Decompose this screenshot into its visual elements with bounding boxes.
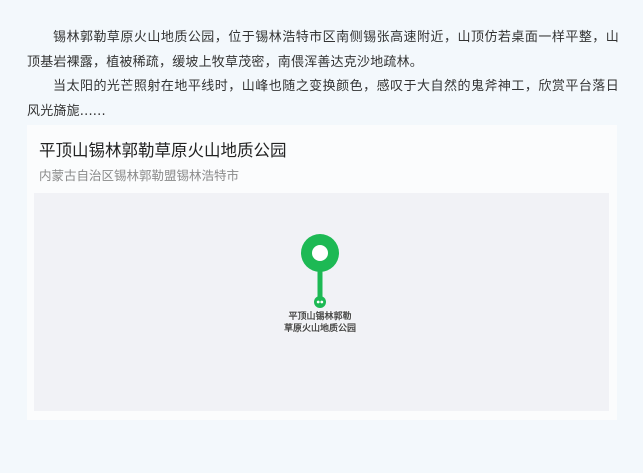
map-pin-label-line: 草原火山地质公园 <box>283 324 356 334</box>
article-paragraph: 锡林郭勒草原火山地质公园，位于锡林浩特市区南侧锡张高速附近，山顶仿若桌面一样平整… <box>27 30 619 70</box>
map-pin-label: 平顶山锡林郭勒 草原火山地质公园 <box>270 311 370 335</box>
map-pin-icon[interactable] <box>296 231 344 313</box>
location-card[interactable]: 平顶山锡林郭勒草原火山地质公园 内蒙古自治区锡林郭勒盟锡林浩特市 平顶山锡林郭勒… <box>27 125 617 420</box>
map-view[interactable]: 平顶山锡林郭勒 草原火山地质公园 <box>34 193 609 411</box>
location-title: 平顶山锡林郭勒草原火山地质公园 <box>39 141 287 160</box>
map-pin-label-line: 平顶山锡林郭勒 <box>288 312 352 322</box>
location-address: 内蒙古自治区锡林郭勒盟锡林浩特市 <box>39 168 240 183</box>
article-body: 锡林郭勒草原火山地质公园，位于锡林浩特市区南侧锡张高速附近，山顶仿若桌面一样平整… <box>27 26 619 124</box>
article-paragraph: 当太阳的光芒照射在地平线时，山峰也随之变换颜色，感叹于大自然的鬼斧神工，欣赏平台… <box>27 79 619 119</box>
